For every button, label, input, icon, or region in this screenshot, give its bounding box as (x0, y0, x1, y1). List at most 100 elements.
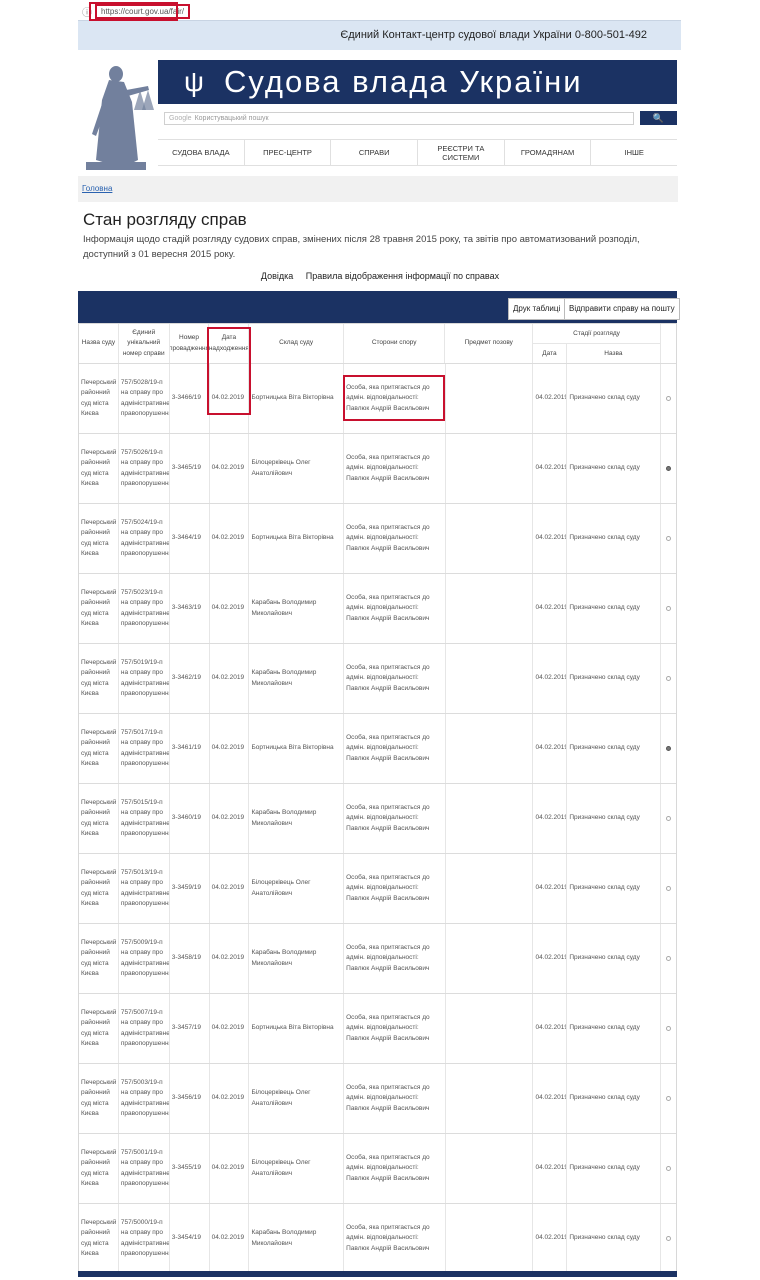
cell-composition: Білоцерківець Олег Анатолійович (249, 854, 345, 923)
cell-stage-name: Призначено склад суду (567, 574, 662, 643)
table-row[interactable]: Печерський районний суд міста Києва 757/5… (79, 994, 676, 1064)
row-select-radio[interactable] (666, 1166, 671, 1171)
cell-stage-name: Призначено склад суду (567, 644, 662, 713)
cell-date-received: 04.02.2019 (210, 504, 250, 573)
cell-unique-number: 757/5028/19-п на справу про адміністратив… (119, 364, 170, 433)
table-row[interactable]: Печерський районний суд міста Києва 757/5… (79, 784, 676, 854)
nav-item-other[interactable]: ІНШЕ (590, 140, 677, 165)
search-button[interactable]: 🔍 (640, 111, 677, 125)
cell-unique-number: 757/5023/19-п на справу про адміністратив… (119, 574, 170, 643)
case-type-text: на справу про адміністративне правопоруш… (120, 389, 170, 417)
unique-number-text: 757/5024/19-п (120, 518, 163, 526)
table-row[interactable]: Печерський районний суд міста Києва 757/5… (79, 504, 676, 574)
unique-number-text: 757/5023/19-п (120, 588, 163, 596)
breadcrumb-home-link[interactable]: Головна (82, 184, 112, 193)
cell-composition: Бортницька Віта Вікторівна (249, 364, 345, 433)
row-select-radio[interactable] (666, 536, 671, 541)
row-select-cell (661, 714, 676, 783)
cell-proceeding-number: 3-3463/19 (170, 574, 210, 643)
unique-number-text: 757/5009/19-п (120, 938, 163, 946)
row-select-radio[interactable] (666, 816, 671, 821)
case-type-text: на справу про адміністративне правопоруш… (120, 459, 170, 487)
contact-text: Єдиний Контакт-центр судової влади Украї… (340, 29, 647, 41)
send-case-email-button[interactable]: Відправити справу на пошту (564, 298, 680, 320)
cell-proceeding-number: 3-3455/19 (170, 1134, 210, 1203)
case-type-text: на справу про адміністративне правопоруш… (120, 1159, 170, 1187)
cell-date-received: 04.02.2019 (210, 644, 250, 713)
print-table-button[interactable]: Друк таблиці (508, 298, 566, 320)
main-nav: СУДОВА ВЛАДА ПРЕС-ЦЕНТР СПРАВИ РЕЄСТРИ Т… (158, 139, 677, 166)
cell-unique-number: 757/5024/19-п на справу про адміністратив… (119, 504, 170, 573)
cell-stage-name: Призначено склад суду (567, 1064, 662, 1133)
table-row[interactable]: Печерський районний суд міста Києва 757/5… (79, 1204, 676, 1274)
header-select (661, 324, 676, 363)
cell-stage-date: 04.02.2019 (533, 504, 568, 573)
table-footer-bar (78, 1271, 677, 1277)
cell-stage-date: 04.02.2019 (533, 1204, 568, 1273)
cell-proceeding-number: 3-3466/19 (170, 364, 210, 433)
cell-composition: Карабань Володимир Миколайович (249, 924, 345, 993)
table-row[interactable]: Печерський районний суд міста Києва 757/5… (79, 1064, 676, 1134)
cell-stage-name: Призначено склад суду (567, 854, 662, 923)
nav-item-citizens[interactable]: ГРОМАДЯНАМ (503, 140, 591, 165)
table-row[interactable]: Печерський районний суд міста Києва 757/5… (79, 854, 676, 924)
cell-subject (446, 1204, 534, 1273)
row-select-cell (661, 924, 676, 993)
table-row[interactable]: Печерський районний суд міста Києва 757/5… (79, 1134, 676, 1204)
table-row[interactable]: Печерський районний суд міста Києва 757/5… (79, 644, 676, 714)
table-row[interactable]: Печерський районний суд міста Києва 757/5… (79, 924, 676, 994)
row-select-cell (661, 854, 676, 923)
nav-item-press-center[interactable]: ПРЕС-ЦЕНТР (243, 140, 331, 165)
cell-date-received: 04.02.2019 (210, 924, 250, 993)
row-select-radio[interactable] (666, 886, 671, 891)
row-select-radio[interactable] (666, 1236, 671, 1241)
site-banner[interactable]: ψ Судова влада України (158, 60, 677, 104)
cell-proceeding-number: 3-3456/19 (170, 1064, 210, 1133)
cell-stage-name: Призначено склад суду (567, 714, 662, 783)
cell-proceeding-number: 3-3462/19 (170, 644, 210, 713)
cell-court: Печерський районний суд міста Києва (79, 994, 119, 1063)
cell-parties: Особа, яка притягається до адмін. відпов… (344, 1134, 446, 1203)
cell-date-received: 04.02.2019 (210, 784, 250, 853)
unique-number-text: 757/5007/19-п (120, 1008, 163, 1016)
cell-stage-name: Призначено склад суду (567, 1204, 662, 1273)
row-select-radio[interactable] (666, 466, 671, 471)
row-select-radio[interactable] (666, 746, 671, 751)
nav-item-cases[interactable]: СПРАВИ (330, 140, 417, 165)
search-input[interactable]: Google Користувацький пошук (164, 112, 634, 125)
cell-unique-number: 757/5007/19-п на справу про адміністратив… (119, 994, 170, 1063)
help-link[interactable]: Довідка (261, 271, 293, 281)
table-row[interactable]: Печерський районний суд міста Києва 757/5… (79, 574, 676, 644)
cell-proceeding-number: 3-3460/19 (170, 784, 210, 853)
row-select-radio[interactable] (666, 676, 671, 681)
cell-subject (446, 364, 534, 433)
cell-composition: Бортницька Віта Вікторівна (249, 714, 345, 783)
case-type-text: на справу про адміністративне правопоруш… (120, 529, 170, 557)
row-select-radio[interactable] (666, 1026, 671, 1031)
cell-court: Печерський районний суд міста Києва (79, 714, 119, 783)
row-select-radio[interactable] (666, 1096, 671, 1101)
table-row[interactable]: Печерський районний суд міста Києва 757/5… (79, 434, 676, 504)
case-type-text: на справу про адміністративне правопоруш… (120, 669, 170, 697)
case-type-text: на справу про адміністративне правопоруш… (120, 809, 170, 837)
unique-number-text: 757/5015/19-п (120, 798, 163, 806)
cell-subject (446, 574, 534, 643)
row-select-cell (661, 1134, 676, 1203)
cell-parties: Особа, яка притягається до адмін. відпов… (344, 994, 446, 1063)
table-row[interactable]: Печерський районний суд міста Києва 757/5… (79, 714, 676, 784)
display-rules-link[interactable]: Правила відображення інформації по справ… (306, 271, 499, 281)
nav-item-judiciary[interactable]: СУДОВА ВЛАДА (158, 140, 244, 165)
cell-stage-date: 04.02.2019 (533, 714, 568, 783)
cell-court: Печерський районний суд міста Києва (79, 1064, 119, 1133)
row-select-radio[interactable] (666, 396, 671, 401)
cell-unique-number: 757/5015/19-п на справу про адміністратив… (119, 784, 170, 853)
nav-item-registries[interactable]: РЕЄСТРИ ТА СИСТЕМИ (417, 140, 504, 165)
unique-number-text: 757/5001/19-п (120, 1148, 163, 1156)
themis-statue-icon[interactable] (82, 60, 156, 172)
row-select-cell (661, 784, 676, 853)
cell-composition: Карабань Володимир Миколайович (249, 1204, 345, 1273)
case-type-text: на справу про адміністративне правопоруш… (120, 879, 170, 907)
row-select-radio[interactable] (666, 606, 671, 611)
row-select-radio[interactable] (666, 956, 671, 961)
cell-date-received: 04.02.2019 (210, 1134, 250, 1203)
